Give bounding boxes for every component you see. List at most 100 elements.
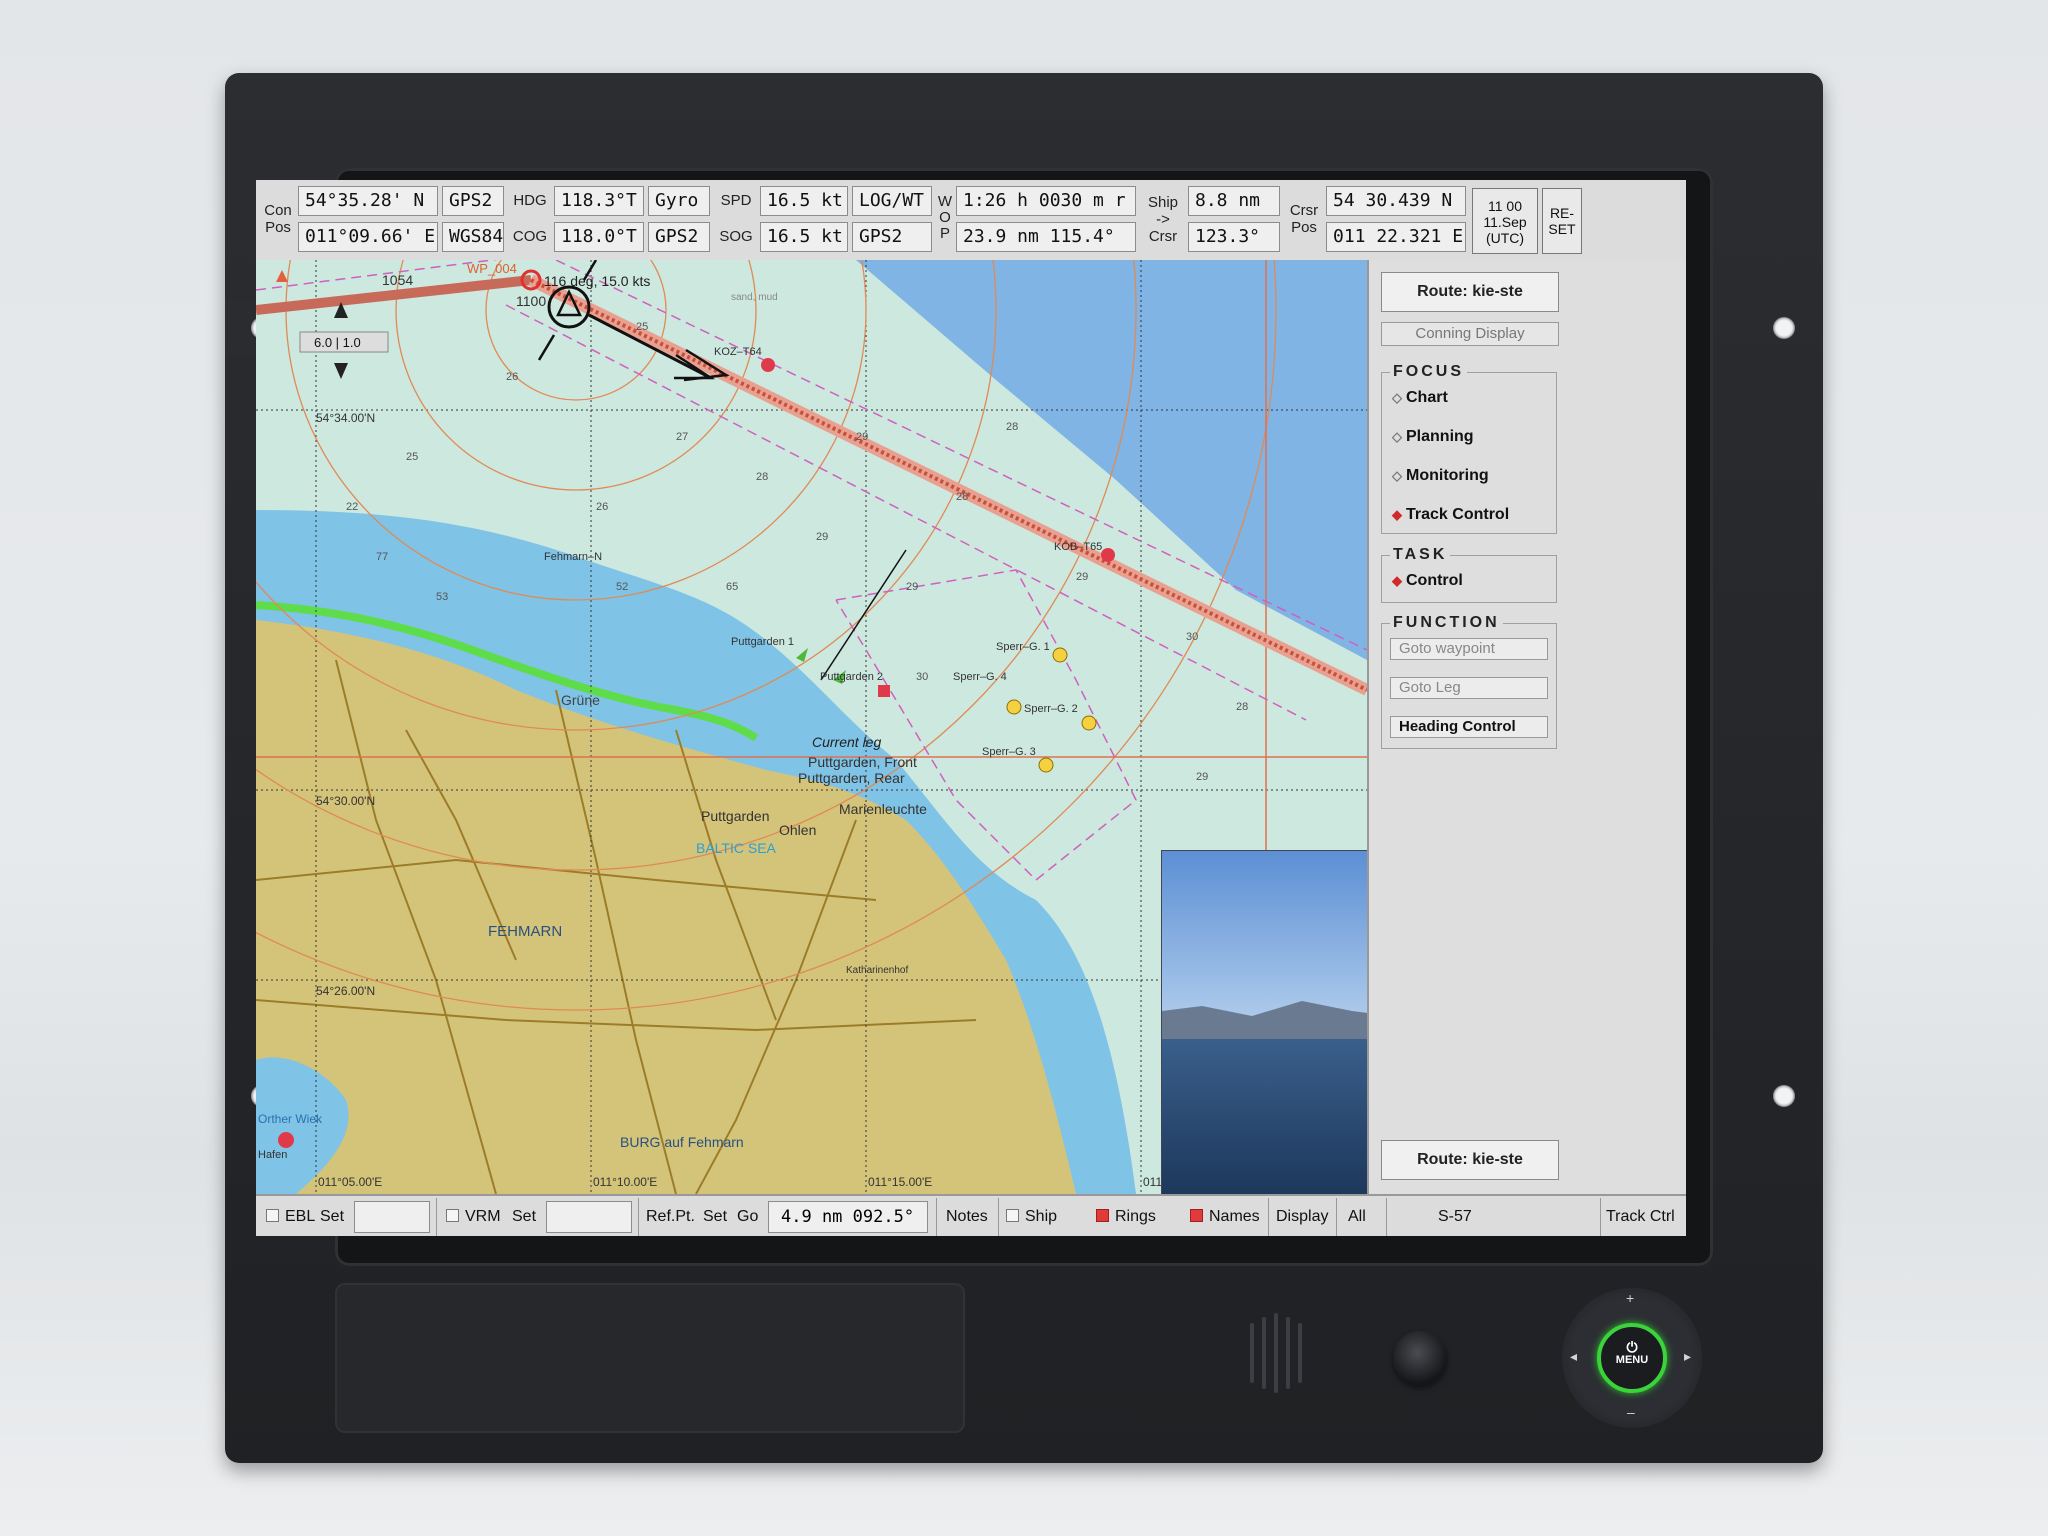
track-ctrl-button[interactable]: Track Ctrl xyxy=(1606,1202,1675,1232)
separator xyxy=(1386,1198,1387,1236)
function-group: FUNCTION Goto waypoint Goto Leg Heading … xyxy=(1381,614,1557,749)
vrm-toggle[interactable]: VRM xyxy=(446,1202,501,1232)
right-arrow-icon[interactable]: ▸ xyxy=(1684,1348,1691,1365)
lon-label: 011°10.00'E xyxy=(593,1175,657,1189)
vrm-label: VRM xyxy=(465,1208,501,1225)
task-option-control[interactable]: ◆ Control xyxy=(1392,572,1463,590)
plus-icon[interactable]: + xyxy=(1626,1290,1634,1306)
wop-time: 1:26 h 0030 m r xyxy=(956,186,1136,216)
sog-label: SOG xyxy=(719,228,753,245)
heading-control-button[interactable]: Heading Control xyxy=(1390,716,1548,738)
hdg-source[interactable]: Gyro xyxy=(648,186,710,216)
route-button-top[interactable]: Route: kie-ste xyxy=(1381,272,1559,312)
svg-text:28: 28 xyxy=(956,491,968,503)
svg-text:30: 30 xyxy=(916,671,928,683)
utc-time[interactable]: 11 00 11.Sep (UTC) xyxy=(1472,188,1538,254)
go-button[interactable]: Go xyxy=(737,1202,758,1232)
speaker-grille xyxy=(1286,1317,1290,1389)
town-label: BURG auf Fehmarn xyxy=(620,1134,744,1150)
refpt-set-button[interactable]: Set xyxy=(703,1202,727,1232)
rings-label: Rings xyxy=(1115,1208,1156,1225)
longitude-value: 011°09.66' E xyxy=(298,222,438,252)
sea-label: BALTIC SEA xyxy=(696,840,777,856)
place-label: Puttgarden xyxy=(701,808,770,824)
buoy-icon[interactable] xyxy=(1081,715,1097,731)
vrm-set-button[interactable]: Set xyxy=(512,1202,536,1232)
refpt-label[interactable]: Ref.Pt. xyxy=(646,1202,695,1232)
focus-option-monitoring[interactable]: ◇ Monitoring xyxy=(1392,467,1489,485)
crsr-pos-label: Crsr Pos xyxy=(1289,202,1319,236)
svg-text:28: 28 xyxy=(1006,421,1018,433)
buoy-label: Sperr–G. 2 xyxy=(1024,703,1078,715)
all-button[interactable]: All xyxy=(1348,1202,1366,1232)
focus-group: FOCUS ◇ Chart ◇ Planning ◇ Monitoring ◆ Trac… xyxy=(1381,363,1557,534)
option-label: Chart xyxy=(1406,389,1448,406)
separator xyxy=(998,1198,999,1236)
buoy-icon[interactable] xyxy=(1101,548,1115,562)
option-label: Monitoring xyxy=(1406,467,1489,484)
svg-text:22: 22 xyxy=(346,501,358,513)
selected-mark-icon: ◆ xyxy=(1392,507,1402,522)
buoy-icon[interactable] xyxy=(1052,647,1068,663)
ebl-value-field[interactable] xyxy=(354,1201,430,1233)
buoy-icon[interactable] xyxy=(1038,757,1054,773)
sog-source[interactable]: GPS2 xyxy=(852,222,932,252)
conning-display-button[interactable]: Conning Display xyxy=(1381,322,1559,346)
position-source[interactable]: GPS2 xyxy=(442,186,504,216)
lower-panel xyxy=(335,1283,965,1433)
buoy-icon[interactable] xyxy=(761,358,775,372)
place-label: Grüne xyxy=(561,692,600,708)
scale-readout: 6.0 | 1.0 xyxy=(314,335,361,350)
menu-button[interactable]: ⏻ MENU xyxy=(1597,1323,1667,1393)
reset-button[interactable]: RE- SET xyxy=(1542,188,1582,254)
depth-label: 1054 xyxy=(382,272,413,288)
rotary-knob[interactable] xyxy=(1393,1331,1447,1385)
rings-toggle[interactable]: Rings xyxy=(1096,1202,1156,1232)
nautical-chart[interactable]: WP_004 116 deg, 15.0 kts 1054 1100 54°34… xyxy=(256,260,1367,1194)
vrm-value-field[interactable] xyxy=(546,1201,632,1233)
s57-button[interactable]: S-57 xyxy=(1438,1202,1472,1232)
task-title: TASK xyxy=(1390,546,1451,564)
svg-text:29: 29 xyxy=(1076,571,1088,583)
hdg-value: 118.3°T xyxy=(554,186,644,216)
left-arrow-icon[interactable]: ◂ xyxy=(1570,1348,1577,1365)
cursor-longitude: 011 22.321 E xyxy=(1326,222,1466,252)
names-toggle[interactable]: Names xyxy=(1190,1202,1260,1232)
ship-toggle[interactable]: Ship xyxy=(1006,1202,1057,1232)
ship-crsr-bearing: 123.3° xyxy=(1188,222,1280,252)
buoy-icon[interactable] xyxy=(1006,699,1022,715)
minus-icon[interactable]: – xyxy=(1627,1404,1635,1420)
camera-feed[interactable] xyxy=(1161,850,1367,1194)
svg-text:52: 52 xyxy=(616,581,628,593)
focus-option-planning[interactable]: ◇ Planning xyxy=(1392,428,1474,446)
light-label: Marienleuchte xyxy=(839,801,927,817)
spd-source[interactable]: LOG/WT xyxy=(852,186,932,216)
buoy-icon[interactable] xyxy=(278,1132,294,1148)
display-button[interactable]: Display xyxy=(1276,1202,1328,1232)
svg-text:25: 25 xyxy=(406,451,418,463)
buoy-label: Puttgarden 1 xyxy=(731,636,794,648)
focus-option-chart[interactable]: ◇ Chart xyxy=(1392,389,1448,407)
route-button-bottom[interactable]: Route: kie-ste xyxy=(1381,1140,1559,1180)
goto-waypoint-button[interactable]: Goto waypoint xyxy=(1390,638,1548,660)
goto-leg-button[interactable]: Goto Leg xyxy=(1390,677,1548,699)
buoy-label: Sperr–G. 4 xyxy=(953,671,1007,683)
notes-button[interactable]: Notes xyxy=(946,1202,988,1232)
menu-label: MENU xyxy=(1615,1354,1649,1366)
separator xyxy=(1336,1198,1337,1236)
buoy-label: Fehmarn–N xyxy=(544,551,602,563)
beacon-icon[interactable] xyxy=(878,685,890,697)
mount-hole xyxy=(1773,317,1795,339)
svg-text:29: 29 xyxy=(1196,771,1208,783)
checkbox-icon xyxy=(446,1209,459,1222)
nav-pad[interactable]: + – ◂ ▸ ⏻ MENU xyxy=(1562,1288,1702,1428)
cog-source[interactable]: GPS2 xyxy=(648,222,710,252)
datum-value[interactable]: WGS84 xyxy=(442,222,504,252)
ebl-toggle[interactable]: EBL xyxy=(266,1202,315,1232)
con-pos-label: Con Pos xyxy=(264,202,292,236)
ebl-set-button[interactable]: Set xyxy=(320,1202,344,1232)
place-label: Hafen xyxy=(258,1149,287,1161)
focus-option-track-control[interactable]: ◆ Track Control xyxy=(1392,506,1509,524)
power-icon: ⏻ xyxy=(1626,1339,1638,1355)
place-label: Katharinenhof xyxy=(846,965,908,976)
